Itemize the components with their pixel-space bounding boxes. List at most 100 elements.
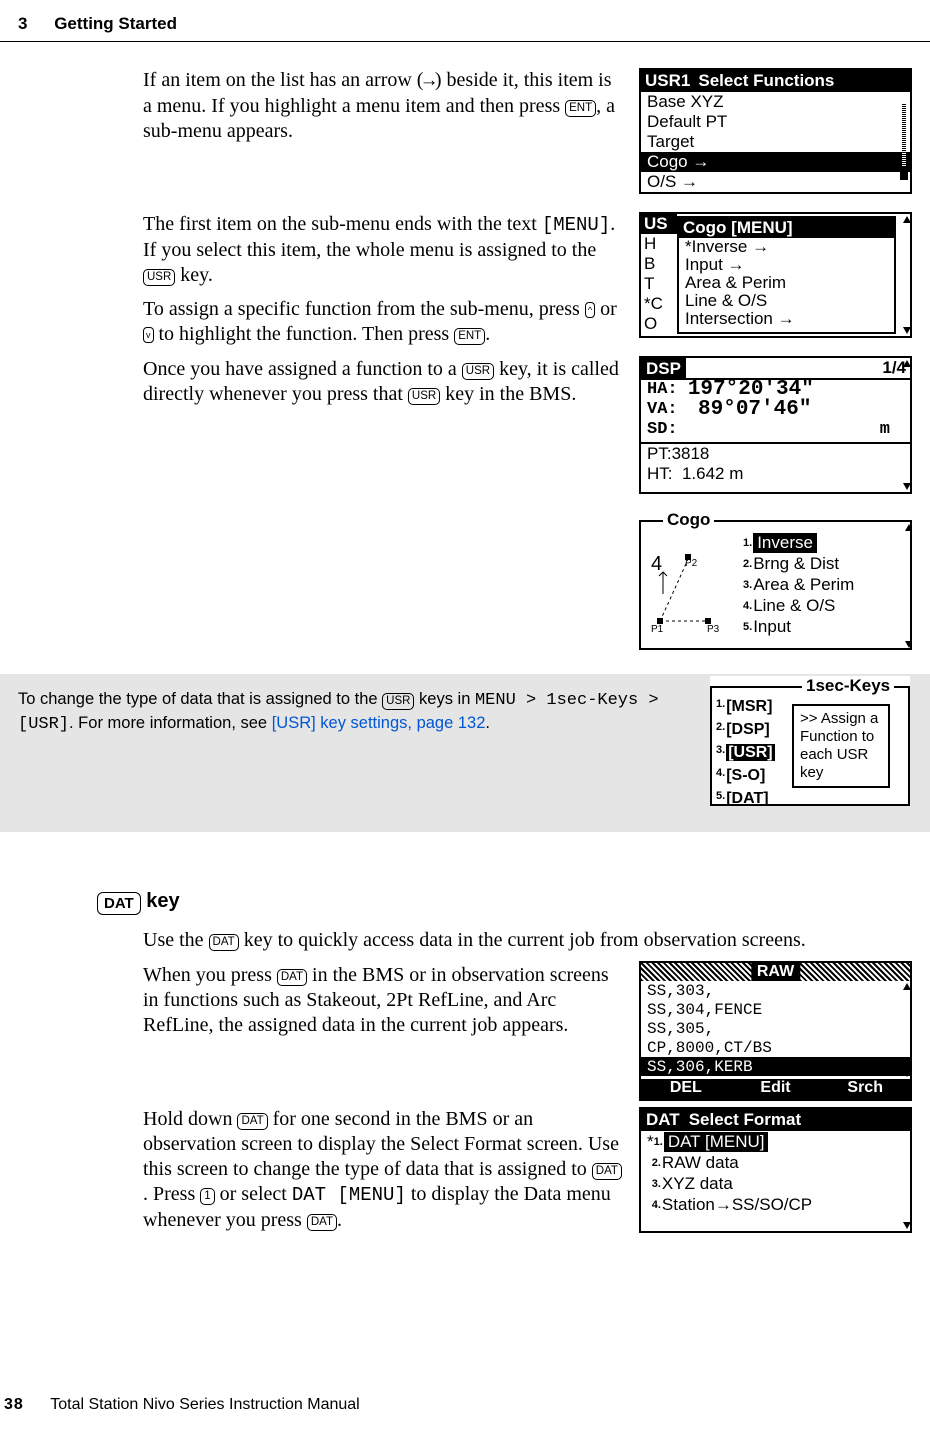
arrow-glyph: → (423, 70, 434, 92)
text: key (141, 890, 180, 912)
scroll-indicator (903, 360, 908, 490)
diagram-icon: 4 P2 P1 P3 (649, 536, 729, 644)
scrollbar[interactable] (900, 94, 908, 190)
dat-key: DAT (209, 934, 239, 951)
list-item-selected[interactable]: DAT [MENU] (664, 1132, 769, 1152)
scroll-indicator (903, 983, 908, 1077)
chevron-down-icon (903, 327, 911, 334)
ht-label: HT: (647, 464, 673, 484)
text: To change the type of data that is assig… (18, 690, 382, 708)
page: 3 Getting Started If an item on the list… (0, 0, 930, 1432)
list-item[interactable]: *Inverse → (679, 238, 894, 256)
sidebar-item: H (641, 234, 677, 254)
list-item[interactable]: [S-O] (726, 767, 765, 784)
text: . (485, 323, 490, 345)
chevron-up-icon (905, 524, 912, 531)
pt-value: 3818 (672, 444, 710, 464)
usr-key: USR (408, 388, 440, 405)
para-dat-hold: Hold down DAT for one second in the BMS … (143, 1107, 624, 1233)
data-row[interactable]: CP,8000,CT/BS (641, 1038, 910, 1057)
text: or (595, 298, 617, 320)
titlebar-tag: USR1 (641, 70, 694, 92)
va-value: 89°07'46" (698, 400, 811, 420)
titlebar-tag: DAT (641, 1109, 685, 1131)
ht-value: 1.642 m (682, 464, 743, 484)
para-dat-access: Use the DAT key to quickly access data i… (143, 928, 912, 953)
ha-label: HA: (647, 380, 678, 400)
text: The first item on the sub-menu ends with… (143, 213, 542, 235)
data-row-selected[interactable]: SS,306,KERB (641, 1057, 910, 1076)
chevron-down-icon (903, 483, 911, 490)
titlebar: USR1 Select Functions (641, 70, 910, 92)
sidebar-item: *C (641, 294, 677, 314)
scroll-indicator (903, 1111, 908, 1229)
softkey-edit[interactable]: Edit (731, 1079, 821, 1099)
dat-key: DAT (307, 1214, 337, 1231)
scrollbar-thumb[interactable] (900, 166, 908, 180)
chevron-down-icon (909, 797, 910, 804)
scroll-indicator (903, 216, 908, 334)
para-assigned-call: Once you have assigned a function to a U… (143, 357, 624, 407)
chevron-down-icon (903, 1070, 911, 1077)
list-item[interactable]: Default PT (641, 112, 910, 132)
device-screen-1sec-keys: 1sec-Keys 1.[MSR] 2.[DSP] 3.[USR] 4.[S-O… (710, 676, 910, 806)
header-rule (0, 41, 930, 42)
list-item[interactable]: Brng & Dist (753, 554, 839, 574)
link-usr-key-settings[interactable]: [USR] key settings, page 132 (272, 714, 486, 732)
text: Once you have assigned a function to a (143, 358, 462, 380)
up-key: ^ (585, 302, 595, 318)
list-item[interactable]: Line & O/S (679, 292, 894, 310)
device-screen-cogo-menu: Cogo 4 P2 P1 P3 (639, 510, 912, 650)
device-screen-raw: RAW SS,303, SS,304,FENCE SS,305, CP,8000… (639, 961, 912, 1101)
list-item[interactable]: Target (641, 132, 910, 152)
list-item[interactable]: [MSR] (726, 698, 772, 715)
running-header: 3 Getting Started (18, 14, 177, 34)
list-item[interactable]: Input (753, 617, 791, 637)
running-footer: 38 Total Station Nivo Series Instruction… (0, 1396, 360, 1414)
softkey-search[interactable]: Srch (820, 1079, 910, 1099)
frame-legend: Cogo (663, 510, 714, 530)
ent-key: ENT (565, 100, 596, 117)
text: . (485, 714, 490, 732)
list-item[interactable]: [DSP] (726, 721, 770, 738)
list-item[interactable]: Base XYZ (641, 92, 910, 112)
list-item[interactable]: Station→SS/SO/CP (662, 1195, 812, 1215)
list-item-selected[interactable]: Cogo → (641, 152, 910, 172)
para-dat-press-bms: When you press DAT in the BMS or in obse… (143, 963, 624, 1038)
list-item[interactable]: Input → (679, 256, 894, 274)
sidebar-item: US (641, 214, 677, 234)
chevron-down-icon (905, 641, 912, 648)
usr-key: USR (143, 269, 175, 286)
text: If an item on the list has an arrow ( (143, 69, 423, 91)
screen-body: 4 P2 P1 P3 1.Inverse 2.Brng & Dist (647, 530, 904, 646)
one-key: 1 (200, 1188, 214, 1205)
list-item[interactable]: [DAT] (726, 790, 768, 806)
text: to highlight the function. Then press (154, 323, 455, 345)
list-item[interactable]: Intersection → (679, 310, 894, 328)
list-item[interactable]: XYZ data (662, 1174, 733, 1194)
softkey-del[interactable]: DEL (641, 1079, 731, 1099)
list-item[interactable]: Area & Perim (753, 575, 854, 595)
dat-keycap-large: DAT (97, 892, 141, 915)
data-row[interactable]: SS,305, (641, 1019, 910, 1038)
chevron-up-icon (903, 216, 911, 223)
list-item-selected[interactable]: Inverse (753, 533, 817, 553)
page-number: 38 (4, 1396, 24, 1414)
text: Hold down (143, 1108, 237, 1130)
dat-key: DAT (592, 1163, 622, 1180)
list-item[interactable]: Line & O/S (753, 596, 835, 616)
chevron-up-icon (903, 983, 911, 990)
text: key to quickly access data in the curren… (239, 929, 806, 951)
data-row[interactable]: SS,304,FENCE (641, 1000, 910, 1019)
svg-text:P1: P1 (651, 624, 664, 635)
list-item-selected[interactable]: [USR] (726, 744, 774, 761)
text: To assign a specific function from the s… (143, 298, 585, 320)
list-item[interactable]: RAW data (662, 1153, 739, 1173)
para-menu-arrow: If an item on the list has an arrow (→) … (143, 68, 624, 144)
sidebar-item: O (641, 314, 677, 334)
text: . Press (143, 1183, 200, 1205)
data-row[interactable]: SS,303, (641, 981, 910, 1000)
list-item[interactable]: Area & Perim (679, 274, 894, 292)
list-item[interactable]: O/S → (641, 172, 910, 192)
para-assign-specific: To assign a specific function from the s… (143, 297, 624, 347)
